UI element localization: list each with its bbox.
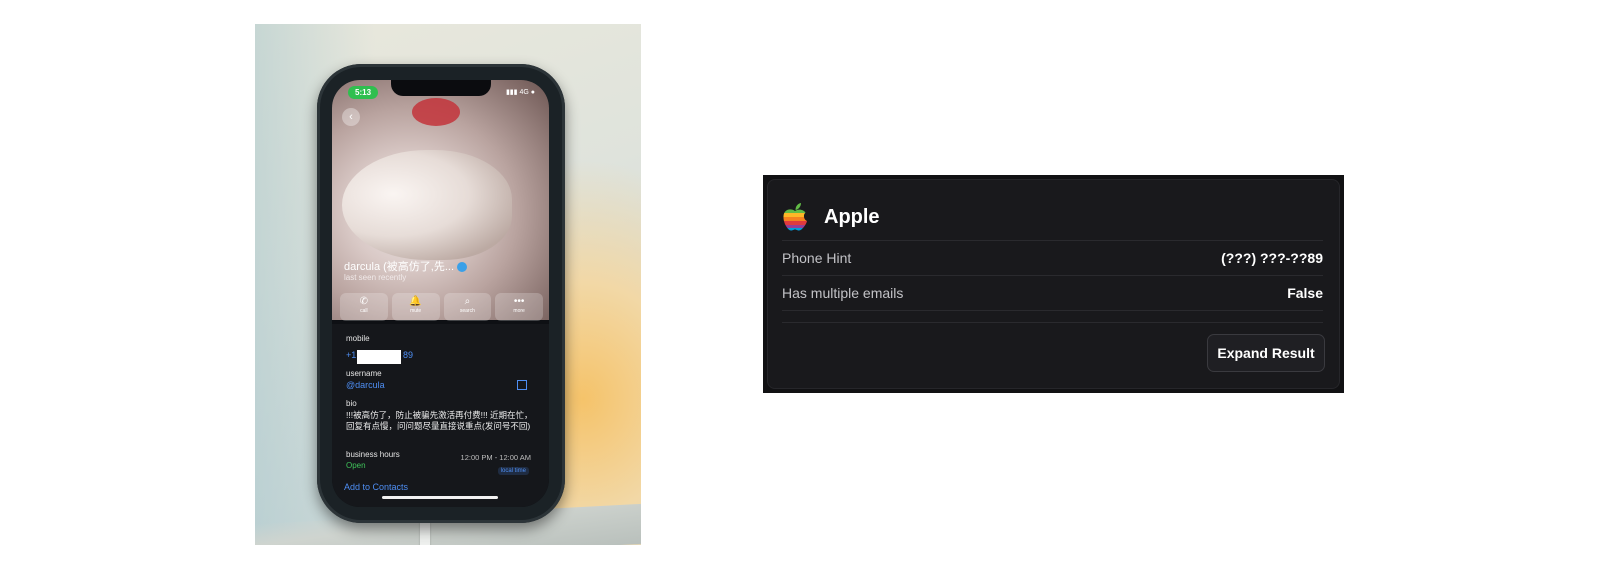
cat-photo — [342, 150, 512, 260]
add-to-contacts-link[interactable]: Add to Contacts — [344, 482, 408, 492]
contact-name: darcula (被高仿了,先... — [344, 258, 468, 274]
profile-photo — [332, 80, 549, 320]
more-icon: ••• — [513, 296, 525, 307]
multiple-emails-label: Has multiple emails — [782, 285, 904, 301]
row-divider — [782, 310, 1323, 311]
mute-button[interactable]: 🔔 mute — [391, 293, 440, 321]
multiple-emails-value: False — [1287, 285, 1323, 301]
result-card: Apple Phone Hint (???) ???-??89 Has mult… — [763, 175, 1344, 393]
search-icon: ⌕ — [464, 296, 471, 307]
local-time-toggle[interactable]: local time — [497, 467, 529, 475]
username-label: username — [346, 369, 382, 378]
mobile-label: mobile — [346, 334, 370, 343]
expand-result-button[interactable]: Expand Result — [1207, 334, 1325, 372]
status-time: 5:13 — [348, 86, 379, 99]
card-title: Apple — [824, 205, 880, 228]
redacted-number — [357, 350, 401, 364]
business-hours-label: business hours — [346, 450, 400, 459]
bio-label: bio — [346, 399, 357, 408]
username-value[interactable]: @darcula — [346, 380, 385, 390]
verified-icon — [457, 262, 468, 273]
result-row: Has multiple emails False — [782, 275, 1323, 310]
bio-text: !!!被高仿了，防止被骗先激活再付费!!! 近期在忙，回复有点慢，问问题尽量直接… — [346, 410, 533, 431]
business-hours-value: 12:00 PM - 12:00 AM — [460, 453, 531, 462]
back-button[interactable]: ‹ — [342, 108, 360, 126]
phone-photo: 5:13 ▮▮▮ 4G ● ‹ darcula (被高仿了,先... last … — [255, 24, 641, 545]
phone-screen: 5:13 ▮▮▮ 4G ● ‹ darcula (被高仿了,先... last … — [332, 80, 549, 507]
bell-icon: 🔔 — [409, 296, 422, 307]
phone-hint-value: (???) ???-??89 — [1221, 250, 1323, 266]
card-header: Apple — [782, 200, 880, 234]
search-button[interactable]: ⌕ search — [443, 293, 492, 321]
footer-divider — [782, 322, 1323, 323]
result-card-body: Apple Phone Hint (???) ???-??89 Has mult… — [767, 179, 1340, 389]
home-indicator — [382, 496, 498, 499]
business-status: Open — [346, 461, 366, 470]
status-signal: ▮▮▮ 4G ● — [505, 89, 535, 96]
result-row: Phone Hint (???) ???-??89 — [782, 240, 1323, 275]
action-bar: ✆ call 🔔 mute ⌕ search ••• more — [340, 293, 543, 321]
phone-notch — [390, 80, 491, 96]
qr-code-icon[interactable] — [517, 380, 527, 390]
contact-info-panel: mobile +1 89 username @darcula bio !!!被高… — [332, 324, 549, 507]
mobile-value-prefix[interactable]: +1 — [346, 350, 356, 360]
phone-hint-label: Phone Hint — [782, 250, 852, 266]
last-seen: last seen recently — [344, 273, 407, 282]
more-button[interactable]: ••• more — [495, 293, 543, 321]
call-button[interactable]: ✆ call — [340, 293, 388, 321]
decor-shape — [412, 98, 460, 126]
apple-logo-icon — [783, 203, 807, 231]
mobile-value-suffix[interactable]: 89 — [403, 350, 413, 360]
phone-icon: ✆ — [359, 296, 369, 307]
